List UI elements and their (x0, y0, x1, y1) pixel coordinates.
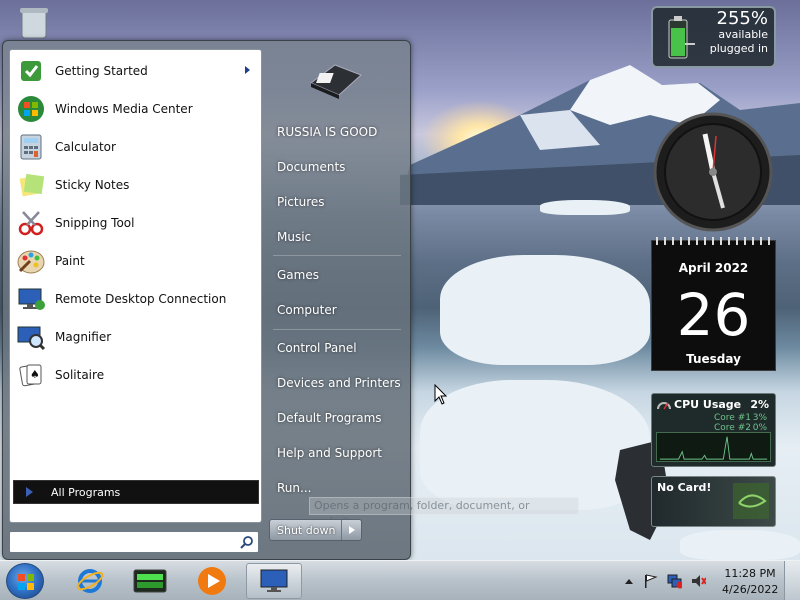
games-link[interactable]: Games (277, 268, 319, 282)
mouse-cursor-icon (434, 384, 448, 405)
calculator-icon (14, 131, 48, 163)
calendar-gadget[interactable]: April 2022 26 Tuesday (651, 237, 776, 371)
user-picture-icon[interactable] (305, 53, 367, 101)
program-paint[interactable]: Paint (14, 243, 258, 279)
ice-floe (440, 255, 650, 365)
program-label: Sticky Notes (55, 178, 130, 192)
calendar-weekday: Tuesday (686, 352, 741, 366)
battery-plug-icon (668, 16, 695, 59)
recycle-bin-icon[interactable] (14, 4, 56, 40)
run-tooltip: Opens a program, folder, document, or we… (309, 497, 579, 528)
program-label: Getting Started (55, 64, 148, 78)
battery-status-plugged: plugged in (709, 42, 768, 55)
user-name-link[interactable]: RUSSIA IS GOOD (277, 125, 377, 139)
all-programs-button[interactable]: All Programs (13, 480, 259, 504)
magnifier-icon (14, 321, 48, 353)
program-calculator[interactable]: Calculator (14, 129, 258, 165)
ice-floe (540, 200, 630, 215)
battery-status-available: available (718, 28, 768, 41)
program-magnifier[interactable]: Magnifier (14, 319, 258, 355)
playing-cards-icon: ♠ (14, 359, 48, 391)
taskbar: 11:28 PM 4/26/2022 (0, 560, 800, 600)
internet-explorer-icon (76, 569, 104, 593)
taskbar-media-player[interactable] (184, 563, 240, 599)
taskbar-internet-explorer[interactable] (62, 563, 118, 599)
cpu-usage-total: 2% (750, 398, 769, 411)
gpu-status-label: No Card! (657, 481, 712, 494)
control-panel-link[interactable]: Control Panel (277, 341, 357, 355)
core1-value: 3% (752, 413, 767, 423)
cpu-usage-title: CPU Usage (674, 398, 742, 411)
battery-gadget[interactable]: 255% available plugged in (651, 6, 776, 68)
cpu-graph (656, 432, 771, 462)
calendar-rings (656, 237, 771, 245)
windows-logo-icon (18, 574, 34, 590)
start-menu: Getting Started Windows Media Center Cal… (2, 40, 579, 560)
program-label: Paint (55, 254, 85, 268)
core1-label: Core #1 (714, 413, 751, 423)
program-label: Remote Desktop Connection (55, 292, 227, 306)
gauge-icon (657, 402, 671, 410)
battery-percent: 255% (716, 8, 768, 29)
nvidia-logo-icon (733, 483, 769, 519)
remote-desktop-icon (260, 569, 288, 592)
taskbar-remote-desktop[interactable] (246, 563, 302, 599)
volume-muted-icon[interactable] (690, 573, 706, 589)
taskbar-terminal[interactable] (122, 563, 178, 599)
pictures-link[interactable]: Pictures (277, 195, 325, 209)
program-remote-desktop[interactable]: Remote Desktop Connection (14, 281, 258, 317)
all-programs-label: All Programs (51, 485, 121, 499)
terminal-icon (133, 569, 167, 593)
scissors-icon (14, 207, 48, 239)
submenu-arrow-icon[interactable] (245, 66, 250, 74)
svg-text:♠: ♠ (30, 368, 40, 381)
help-and-support-link[interactable]: Help and Support (277, 446, 382, 460)
shutdown-button[interactable]: Shut down (269, 519, 362, 541)
program-label: Magnifier (55, 330, 112, 344)
program-label: Solitaire (55, 368, 105, 382)
shutdown-label: Shut down (277, 523, 336, 537)
gpu-gadget[interactable]: No Card! (651, 476, 776, 527)
tray-date[interactable]: 4/26/2022 (722, 583, 778, 596)
media-center-icon (14, 93, 48, 125)
arrow-right-icon (26, 487, 33, 497)
search-input[interactable] (9, 531, 259, 553)
remote-desktop-icon (14, 283, 48, 315)
search-icon[interactable] (240, 535, 254, 549)
media-player-icon (198, 567, 226, 595)
program-label: Windows Media Center (55, 102, 193, 116)
shutdown-options-arrow-icon[interactable] (341, 520, 361, 540)
program-solitaire[interactable]: ♠ Solitaire (14, 357, 258, 393)
show-hidden-icons-icon[interactable] (621, 573, 637, 589)
network-disconnected-icon[interactable] (666, 573, 682, 589)
action-center-flag-icon[interactable] (642, 573, 658, 589)
devices-and-printers-link[interactable]: Devices and Printers (277, 376, 401, 390)
ice-floe (680, 530, 800, 560)
cpu-usage-gadget[interactable]: CPU Usage 2% Core #1 3% Core #2 0% (651, 393, 776, 467)
documents-link[interactable]: Documents (277, 160, 345, 174)
menu-separator (273, 255, 401, 256)
tray-time[interactable]: 11:28 PM (722, 567, 778, 580)
program-windows-media-center[interactable]: Windows Media Center (14, 91, 258, 127)
computer-link[interactable]: Computer (277, 303, 337, 317)
show-desktop-button[interactable] (784, 561, 800, 600)
program-snipping-tool[interactable]: Snipping Tool (14, 205, 258, 241)
sticky-notes-icon (14, 169, 48, 201)
program-sticky-notes[interactable]: Sticky Notes (14, 167, 258, 203)
calendar-day: 26 (676, 281, 751, 349)
start-button[interactable] (6, 563, 44, 599)
clock-gadget[interactable] (650, 112, 776, 232)
menu-separator (273, 329, 401, 330)
program-label: Calculator (55, 140, 116, 154)
calendar-month-year: April 2022 (678, 261, 749, 275)
paint-palette-icon (14, 245, 48, 277)
run-link[interactable]: Run... (277, 481, 311, 495)
music-link[interactable]: Music (277, 230, 311, 244)
program-label: Snipping Tool (55, 216, 135, 230)
programs-pane: Getting Started Windows Media Center Cal… (9, 49, 262, 523)
getting-started-icon (14, 55, 48, 87)
default-programs-link[interactable]: Default Programs (277, 411, 382, 425)
program-getting-started[interactable]: Getting Started (14, 53, 258, 89)
